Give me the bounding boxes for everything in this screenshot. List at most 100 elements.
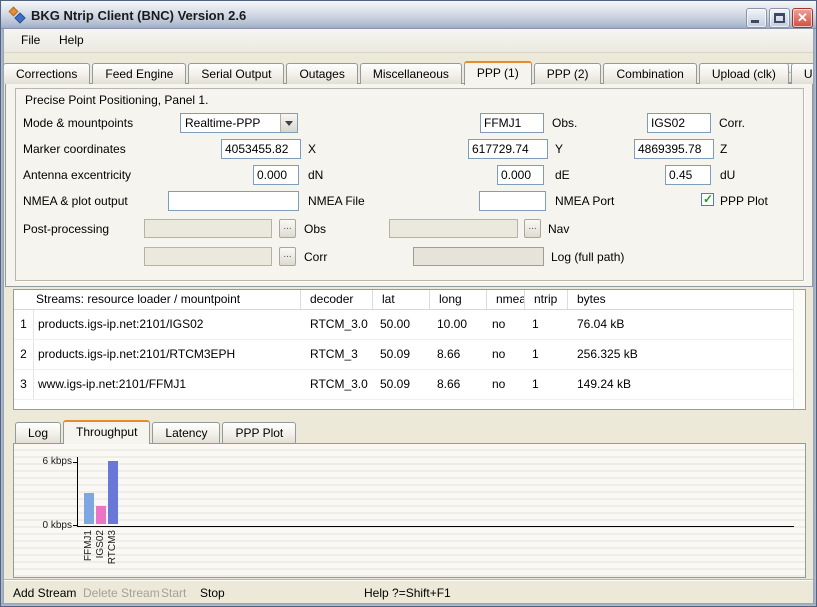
cell-bytes: 256.325 kB	[567, 340, 805, 369]
du-suffix-label: dU	[720, 168, 735, 182]
row-number: 2	[14, 340, 34, 369]
tab-ppp-plot[interactable]: PPP Plot	[222, 422, 296, 443]
post-log-field	[413, 247, 544, 266]
chevron-down-glyph	[285, 121, 293, 130]
x-coordinate-field[interactable]	[221, 139, 301, 159]
nmea-file-field[interactable]	[168, 191, 299, 211]
y-tick-mark	[73, 525, 77, 526]
category-label-igs02: IGS02	[95, 530, 107, 570]
dn-suffix-label: dN	[308, 168, 323, 182]
application-window: BKG Ntrip Client (BNC) Version 2.6 ✕ Fil…	[0, 0, 817, 607]
tab-serial-output[interactable]: Serial Output	[188, 63, 284, 84]
post-processing-label: Post-processing	[23, 222, 109, 236]
header-bytes: bytes	[567, 290, 805, 309]
window-border	[1, 29, 4, 606]
help-shortcut-label: Help ?=Shift+F1	[364, 586, 451, 600]
tab-combination[interactable]: Combination	[603, 63, 696, 84]
cell-mountpoint: products.igs-ip.net:2101/IGS02	[34, 310, 300, 339]
corr-suffix-label: Corr.	[719, 116, 745, 130]
header-nmea: nmea	[486, 290, 524, 309]
browse-obs-button[interactable]: ...	[279, 219, 296, 238]
cell-ntrip: 1	[524, 310, 567, 339]
mode-combobox[interactable]: Realtime-PPP	[180, 113, 298, 133]
panel-heading: Precise Point Positioning, Panel 1.	[25, 93, 208, 107]
mode-combobox-value: Realtime-PPP	[185, 116, 260, 130]
cell-long: 8.66	[429, 340, 486, 369]
dn-field[interactable]	[253, 165, 299, 185]
window-border	[1, 603, 816, 606]
header-ntrip: ntrip	[524, 290, 567, 309]
minimize-button[interactable]	[746, 8, 767, 28]
window-title: BKG Ntrip Client (BNC) Version 2.6	[31, 8, 246, 23]
bar-rtcm3	[108, 461, 118, 524]
status-bar-separator	[4, 579, 813, 581]
x-suffix-label: X	[308, 142, 316, 156]
row-number: 3	[14, 370, 34, 399]
header-long: long	[429, 290, 486, 309]
check-icon: ✓	[703, 192, 713, 206]
post-obs-suffix-label: Obs	[304, 222, 326, 236]
x-axis	[77, 526, 794, 527]
table-row[interactable]: 2 products.igs-ip.net:2101/RTCM3EPH RTCM…	[14, 340, 805, 370]
ppp-plot-label: PPP Plot	[720, 194, 768, 208]
y-axis	[77, 457, 78, 526]
cell-long: 10.00	[429, 310, 486, 339]
delete-stream-button: Delete Stream	[83, 586, 160, 600]
bar-ffmj1	[84, 493, 94, 524]
cell-decoder: RTCM_3.0	[300, 310, 372, 339]
y-suffix-label: Y	[555, 142, 563, 156]
maximize-button[interactable]	[769, 8, 790, 28]
cell-lat: 50.09	[372, 340, 429, 369]
add-stream-button[interactable]: Add Stream	[13, 586, 76, 600]
tab-outages[interactable]: Outages	[286, 63, 357, 84]
table-row[interactable]: 1 products.igs-ip.net:2101/IGS02 RTCM_3.…	[14, 310, 805, 340]
streams-table-header: Streams: resource loader / mountpoint de…	[14, 290, 805, 310]
tab-feed-engine[interactable]: Feed Engine	[92, 63, 186, 84]
tab-miscellaneous[interactable]: Miscellaneous	[360, 63, 462, 84]
row-number: 1	[14, 310, 34, 339]
minimize-icon	[751, 20, 759, 23]
menu-file[interactable]: File	[12, 29, 49, 52]
nmea-file-suffix-label: NMEA File	[308, 194, 365, 208]
nmea-port-field[interactable]	[479, 191, 546, 211]
tab-upload-clk[interactable]: Upload (clk)	[699, 63, 789, 84]
tab-ppp-2[interactable]: PPP (2)	[534, 63, 602, 84]
bar-group	[84, 461, 118, 524]
post-nav-suffix-label: Nav	[548, 222, 569, 236]
antenna-label: Antenna excentricity	[23, 168, 131, 182]
menu-help[interactable]: Help	[50, 29, 93, 52]
stop-button[interactable]: Stop	[200, 586, 225, 600]
cell-mountpoint: products.igs-ip.net:2101/RTCM3EPH	[34, 340, 300, 369]
de-suffix-label: dE	[555, 168, 570, 182]
cell-nmea: no	[486, 370, 524, 399]
y-coordinate-field[interactable]	[468, 139, 548, 159]
streams-table: Streams: resource loader / mountpoint de…	[13, 289, 806, 410]
browse-nav-button[interactable]: ...	[524, 219, 541, 238]
tab-latency[interactable]: Latency	[152, 422, 220, 443]
start-button: Start	[161, 586, 186, 600]
header-decoder: decoder	[300, 290, 372, 309]
obs-suffix-label: Obs.	[552, 116, 577, 130]
post-log-suffix-label: Log (full path)	[551, 250, 624, 264]
y-tick-label-bottom: 0 kbps	[22, 520, 72, 532]
post-corr-field	[144, 247, 272, 266]
corr-mountpoint-field[interactable]	[647, 113, 711, 133]
browse-corr-button[interactable]: ...	[279, 247, 296, 266]
bar-igs02	[96, 506, 106, 524]
close-button[interactable]: ✕	[792, 8, 813, 28]
de-field[interactable]	[497, 165, 544, 185]
ppp-plot-checkbox[interactable]: ✓	[701, 193, 714, 206]
tab-corrections[interactable]: Corrections	[3, 63, 90, 84]
obs-mountpoint-field[interactable]	[480, 113, 544, 133]
chevron-down-icon[interactable]	[280, 114, 297, 132]
tab-log[interactable]: Log	[15, 422, 61, 443]
table-row[interactable]: 3 www.igs-ip.net:2101/FFMJ1 RTCM_3.0 50.…	[14, 370, 805, 400]
y-tick-mark	[73, 462, 77, 463]
y-tick-label-top: 6 kbps	[22, 456, 72, 468]
z-coordinate-field[interactable]	[634, 139, 714, 159]
tab-ppp-1[interactable]: PPP (1)	[464, 61, 532, 85]
marker-label: Marker coordinates	[23, 142, 126, 156]
table-scrollbar[interactable]	[793, 290, 805, 409]
tab-throughput[interactable]: Throughput	[63, 420, 150, 444]
du-field[interactable]	[665, 165, 711, 185]
